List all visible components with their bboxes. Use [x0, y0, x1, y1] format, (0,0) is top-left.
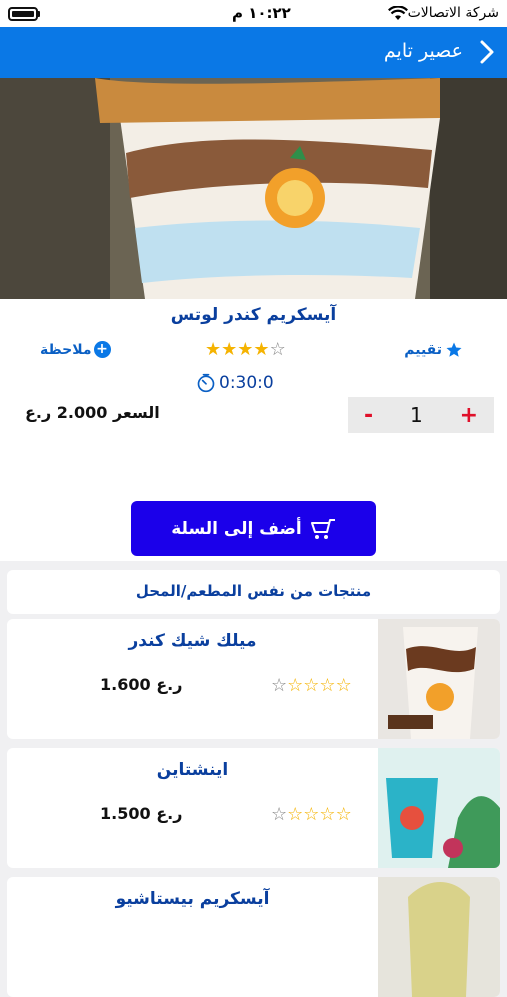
related-section-title: منتجات من نفس المطعم/المحل — [7, 570, 500, 614]
battery-icon — [8, 7, 38, 21]
carrier-name: شركة الاتصالات — [407, 5, 499, 21]
star-icon: ☆ — [319, 675, 336, 696]
star-empty-icon: ☆ — [269, 339, 286, 360]
product-photo-illustration — [0, 78, 507, 299]
star-icon: ☆ — [287, 804, 304, 825]
item-rating-stars: ☆ ☆ ☆ ☆ ☆ — [271, 806, 352, 824]
rate-button[interactable]: تقييم — [404, 341, 463, 359]
status-time: ١٠:٢٢ م — [232, 4, 291, 22]
note-button[interactable]: ملاحظة + — [40, 341, 111, 358]
add-to-cart-button[interactable]: أضف إلى السلة — [131, 501, 376, 556]
star-icon: ☆ — [335, 804, 352, 825]
quantity-value: 1 — [409, 403, 423, 427]
quantity-stepper: - 1 + — [348, 397, 494, 433]
product-image — [0, 78, 507, 299]
star-icon: ★ — [253, 339, 270, 360]
item-image — [378, 877, 500, 997]
status-bar: ١٠:٢٢ م شركة الاتصالات — [0, 0, 507, 27]
plus-circle-icon: + — [93, 341, 111, 358]
star-icon: ★ — [237, 339, 254, 360]
prep-time-value: 0:30:0 — [219, 373, 274, 393]
item-name: اينشتاين — [156, 760, 229, 780]
item-image — [378, 619, 500, 739]
star-icon: ☆ — [303, 804, 320, 825]
item-rating-stars: ☆ ☆ ☆ ☆ ☆ — [271, 677, 352, 695]
decrease-quantity-button[interactable]: - — [364, 403, 373, 428]
star-icon: ☆ — [319, 804, 336, 825]
list-item[interactable]: آيسكريم بيستاشيو — [7, 877, 500, 997]
note-label: ملاحظة — [40, 341, 92, 358]
page-title: عصير تايم — [383, 40, 463, 62]
product-details: آيسكريم كندر لوتس تقييم ★ ★ ★ ★ ☆ ملاحظة… — [0, 299, 507, 561]
product-name: آيسكريم كندر لوتس — [170, 305, 337, 325]
product-price: السعر 2.000 ر.ع — [25, 403, 160, 422]
list-item[interactable]: ميلك شيك كندر ☆ ☆ ☆ ☆ ☆ 1.600 ر.ع — [7, 619, 500, 739]
battery-nub — [38, 11, 40, 17]
star-rate-icon — [446, 342, 462, 357]
product-rating-stars: ★ ★ ★ ★ ☆ — [205, 341, 286, 359]
cart-icon — [310, 518, 335, 539]
prep-time: 0:30:0 — [196, 373, 274, 393]
star-icon: ★ — [221, 339, 238, 360]
timer-icon — [197, 373, 215, 393]
star-icon: ★ — [205, 339, 222, 360]
item-name: آيسكريم بيستاشيو — [115, 889, 270, 909]
increase-quantity-button[interactable]: + — [460, 403, 478, 428]
star-empty-icon: ☆ — [271, 675, 288, 696]
item-price: 1.500 ر.ع — [100, 804, 183, 823]
list-item[interactable]: اينشتاين ☆ ☆ ☆ ☆ ☆ 1.500 ر.ع — [7, 748, 500, 868]
star-icon: ☆ — [335, 675, 352, 696]
nav-bar: عصير تايم — [0, 27, 507, 78]
chevron-back-icon[interactable] — [479, 39, 495, 65]
rate-label: تقييم — [404, 342, 442, 358]
item-image — [378, 748, 500, 868]
star-icon: ☆ — [287, 675, 304, 696]
wifi-icon — [388, 6, 408, 20]
star-empty-icon: ☆ — [271, 804, 288, 825]
item-price: 1.600 ر.ع — [100, 675, 183, 694]
item-name: ميلك شيك كندر — [128, 631, 257, 651]
star-icon: ☆ — [303, 675, 320, 696]
add-to-cart-label: أضف إلى السلة — [171, 518, 302, 539]
